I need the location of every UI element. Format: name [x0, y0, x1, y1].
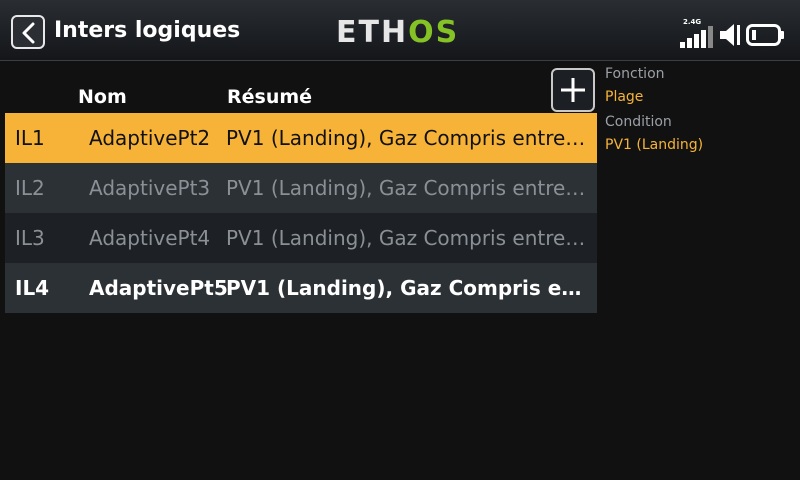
status-area: 2.4G [680, 18, 790, 48]
signal-bars-icon [680, 26, 713, 48]
logic-switch-list: IL1 AdaptivePt2 PV1 (Landing), Gaz Compr… [5, 113, 597, 313]
detail-function: Fonction Plage [605, 66, 665, 106]
function-label: Fonction [605, 66, 665, 82]
function-value: Plage [605, 89, 644, 105]
list-item[interactable]: IL1 AdaptivePt2 PV1 (Landing), Gaz Compr… [5, 113, 597, 163]
switch-id: IL1 [15, 126, 45, 150]
switch-summary: PV1 (Landing), Gaz Compris entre -50% et… [226, 176, 586, 200]
switch-name: AdaptivePt4 [89, 226, 211, 250]
switch-summary: PV1 (Landing), Gaz Compris entre -50% et… [226, 226, 586, 250]
list-item[interactable]: IL4 AdaptivePt5 PV1 (Landing), Gaz Compr… [5, 263, 597, 313]
condition-label: Condition [605, 114, 672, 130]
switch-id: IL4 [15, 276, 50, 300]
ethos-logo: ETHOS [336, 15, 460, 50]
list-item[interactable]: IL3 AdaptivePt4 PV1 (Landing), Gaz Compr… [5, 213, 597, 263]
switch-name: AdaptivePt3 [89, 176, 211, 200]
column-header-summary: Résumé [227, 86, 313, 108]
battery-icon [746, 24, 784, 46]
column-headers: Nom Résumé [0, 86, 600, 112]
column-header-name: Nom [78, 86, 127, 108]
switch-name: AdaptivePt5 [89, 276, 228, 300]
back-button[interactable] [11, 15, 45, 49]
back-arrow-icon [22, 22, 35, 44]
signal-band-label: 2.4G [683, 18, 702, 26]
switch-summary: PV1 (Landing), Gaz Compris entre -50% et… [226, 126, 586, 150]
list-item[interactable]: IL2 AdaptivePt3 PV1 (Landing), Gaz Compr… [5, 163, 597, 213]
add-switch-button[interactable] [551, 68, 595, 112]
header-bar: Inters logiques ETHOS 2.4G [0, 0, 800, 61]
detail-condition: Condition PV1 (Landing) [605, 114, 703, 154]
speaker-icon [720, 24, 740, 46]
switch-id: IL2 [15, 176, 45, 200]
condition-value: PV1 (Landing) [605, 137, 704, 153]
page-title: Inters logiques [54, 18, 241, 43]
switch-summary: PV1 (Landing), Gaz Compris entre -50% et… [226, 276, 586, 300]
switch-name: AdaptivePt2 [89, 126, 211, 150]
plus-icon [561, 78, 585, 102]
switch-id: IL3 [15, 226, 45, 250]
